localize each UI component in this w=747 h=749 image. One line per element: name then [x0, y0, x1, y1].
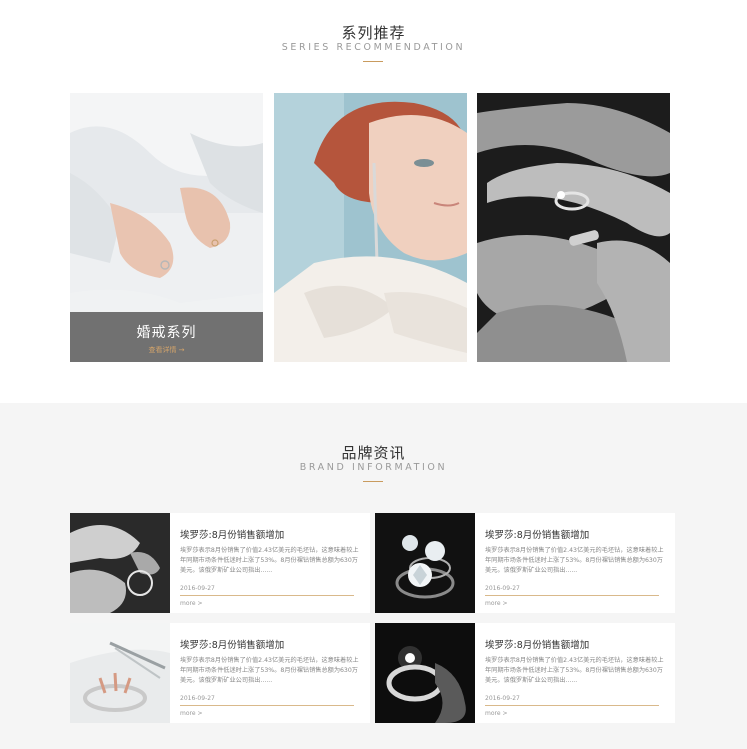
series-card-label: 婚戒系列	[136, 325, 197, 341]
couple-rings-image	[477, 93, 670, 362]
news-rule	[485, 595, 659, 596]
news-rule	[485, 705, 659, 706]
page: 系列推荐 SERIES RECOMMENDATION 婚戒系列 查看详情 → 品…	[0, 0, 747, 749]
series-section: 系列推荐 SERIES RECOMMENDATION 婚戒系列 查看详情 →	[0, 0, 747, 403]
news-desc: 埃罗莎表示8月份销售了价值2.43亿美元的毛坯钻，这意味着较上年同期市场条件低迷…	[485, 657, 664, 684]
brand-subtitle: BRAND INFORMATION	[299, 462, 448, 473]
news-thumb-ring-held	[375, 623, 475, 723]
news-thumb-hands	[70, 513, 170, 613]
news-more-link[interactable]: more >	[485, 710, 507, 717]
news-more-link[interactable]: more >	[180, 710, 202, 717]
news-title[interactable]: 埃罗莎:8月份销售额增加	[180, 527, 284, 541]
news-item[interactable]: 埃罗莎:8月份销售额增加 埃罗莎表示8月份销售了价值2.43亿美元的毛坯钻，这意…	[70, 623, 370, 723]
view-details-link[interactable]: 查看详情 →	[70, 345, 263, 355]
news-thumb-diamonds	[375, 513, 475, 613]
news-title[interactable]: 埃罗莎:8月份销售额增加	[180, 637, 284, 651]
brand-title: 品牌资讯	[341, 444, 406, 462]
series-card-overlay: 婚戒系列 查看详情 →	[70, 312, 263, 362]
news-desc: 埃罗莎表示8月份销售了价值2.43亿美元的毛坯钻，这意味着较上年同期市场条件低迷…	[180, 547, 359, 574]
series-card-couple-rings[interactable]	[477, 93, 670, 362]
news-rule	[180, 705, 354, 706]
news-more-link[interactable]: more >	[180, 600, 202, 607]
series-divider	[363, 61, 383, 62]
news-desc: 埃罗莎表示8月份销售了价值2.43亿美元的毛坯钻，这意味着较上年同期市场条件低迷…	[180, 657, 359, 684]
bride-portrait-image	[274, 93, 467, 362]
news-date: 2016-09-27	[485, 585, 520, 592]
news-item[interactable]: 埃罗莎:8月份销售额增加 埃罗莎表示8月份销售了价值2.43亿美元的毛坯钻，这意…	[375, 623, 675, 723]
series-subtitle: SERIES RECOMMENDATION	[281, 42, 466, 53]
news-thumb-ring-making	[70, 623, 170, 723]
news-date: 2016-09-27	[180, 695, 215, 702]
brand-section: 品牌资讯 BRAND INFORMATION 埃罗莎:8月份销售额增加 埃罗莎表…	[0, 403, 747, 749]
series-card-wedding-rings[interactable]: 婚戒系列 查看详情 →	[70, 93, 263, 362]
news-item[interactable]: 埃罗莎:8月份销售额增加 埃罗莎表示8月份销售了价值2.43亿美元的毛坯钻，这意…	[70, 513, 370, 613]
series-card-bride-portrait[interactable]	[274, 93, 467, 362]
news-item[interactable]: 埃罗莎:8月份销售额增加 埃罗莎表示8月份销售了价值2.43亿美元的毛坯钻，这意…	[375, 513, 675, 613]
news-title[interactable]: 埃罗莎:8月份销售额增加	[485, 637, 589, 651]
news-rule	[180, 595, 354, 596]
news-title[interactable]: 埃罗莎:8月份销售额增加	[485, 527, 589, 541]
brand-divider	[363, 481, 383, 482]
series-title: 系列推荐	[341, 24, 406, 42]
news-desc: 埃罗莎表示8月份销售了价值2.43亿美元的毛坯钻，这意味着较上年同期市场条件低迷…	[485, 547, 664, 574]
news-date: 2016-09-27	[180, 585, 215, 592]
news-more-link[interactable]: more >	[485, 600, 507, 607]
news-date: 2016-09-27	[485, 695, 520, 702]
